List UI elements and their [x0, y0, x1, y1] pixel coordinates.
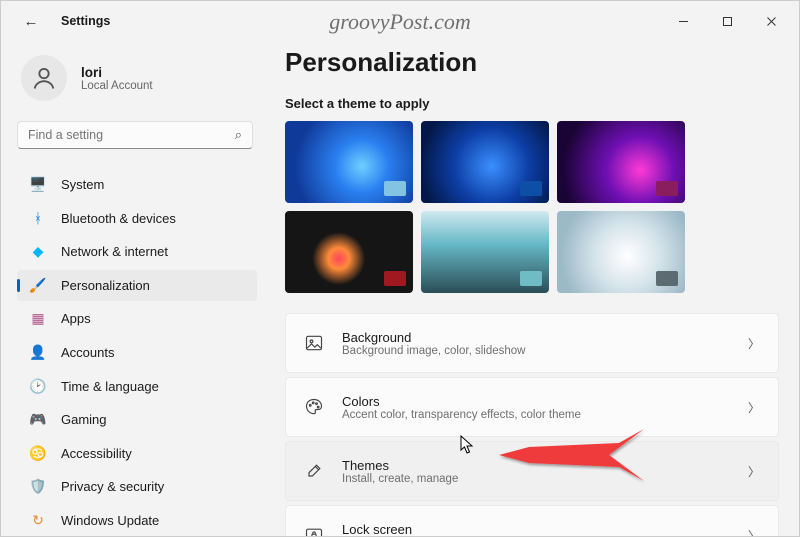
nav-list: 🖥️ System ᚼ Bluetooth & devices ◆ Networ… [17, 169, 257, 536]
sidebar-item-personalization[interactable]: 🖌️ Personalization [17, 270, 257, 302]
sidebar-item-apps[interactable]: ▦ Apps [17, 303, 257, 335]
sidebar-item-label: Accessibility [61, 446, 132, 461]
theme-heading: Select a theme to apply [285, 96, 779, 111]
page-title: Personalization [285, 47, 779, 78]
chevron-right-icon: 〉 [748, 527, 760, 537]
background-icon [304, 333, 324, 353]
titlebar: ← Settings [1, 1, 799, 41]
sidebar-item-label: Bluetooth & devices [61, 211, 176, 226]
content-area: Personalization Select a theme to apply … [269, 41, 799, 536]
time-language-icon: 🕑 [29, 377, 47, 395]
search-icon: ⌕ [235, 127, 242, 143]
card-sub: Background image, color, slideshow [342, 345, 748, 357]
maximize-button[interactable] [705, 6, 749, 36]
theme-option-2[interactable] [421, 121, 549, 203]
card-themes[interactable]: Themes Install, create, manage 〉 [285, 441, 779, 501]
personalization-icon: 🖌️ [29, 276, 47, 294]
theme-grid [285, 121, 693, 293]
search-box[interactable]: ⌕ [17, 121, 253, 149]
theme-swatch [384, 181, 406, 196]
profile-sub: Local Account [81, 80, 153, 92]
sidebar-item-label: Apps [61, 311, 91, 326]
sidebar-item-label: Windows Update [61, 513, 159, 528]
main-area: lori Local Account ⌕ 🖥️ System ᚼ Bluetoo… [1, 41, 799, 536]
chevron-right-icon: 〉 [748, 463, 760, 480]
colors-icon [304, 397, 324, 417]
profile-name: lori [81, 65, 153, 80]
theme-option-3[interactable] [557, 121, 685, 203]
sidebar-item-label: Time & language [61, 379, 159, 394]
sidebar-item-time-language[interactable]: 🕑 Time & language [17, 370, 257, 402]
card-sub: Accent color, transparency effects, colo… [342, 409, 748, 421]
sidebar-item-bluetooth[interactable]: ᚼ Bluetooth & devices [17, 203, 257, 235]
sidebar-item-windows-update[interactable]: ↻ Windows Update [17, 504, 257, 536]
window-title: Settings [61, 14, 110, 28]
theme-option-6[interactable] [557, 211, 685, 293]
theme-swatch [520, 181, 542, 196]
themes-icon [304, 461, 324, 481]
card-sub: Install, create, manage [342, 473, 748, 485]
sidebar-item-label: Network & internet [61, 244, 168, 259]
theme-swatch [520, 271, 542, 286]
theme-swatch [656, 181, 678, 196]
card-title: Colors [342, 394, 748, 409]
sidebar-item-gaming[interactable]: 🎮 Gaming [17, 404, 257, 436]
theme-option-5[interactable] [421, 211, 549, 293]
card-background[interactable]: Background Background image, color, slid… [285, 313, 779, 373]
chevron-right-icon: 〉 [748, 399, 760, 416]
privacy-icon: 🛡️ [29, 478, 47, 496]
accounts-icon: 👤 [29, 344, 47, 362]
back-button[interactable]: ← [19, 13, 43, 30]
sidebar: lori Local Account ⌕ 🖥️ System ᚼ Bluetoo… [1, 41, 269, 536]
card-title: Themes [342, 458, 748, 473]
card-lockscreen[interactable]: Lock screen Lock screen images, apps, an… [285, 505, 779, 536]
theme-option-4[interactable] [285, 211, 413, 293]
sidebar-item-label: Gaming [61, 412, 107, 427]
sidebar-item-label: Accounts [61, 345, 114, 360]
card-colors[interactable]: Colors Accent color, transparency effect… [285, 377, 779, 437]
theme-option-1[interactable] [285, 121, 413, 203]
apps-icon: ▦ [29, 310, 47, 328]
profile-block[interactable]: lori Local Account [21, 55, 257, 101]
minimize-button[interactable] [661, 6, 705, 36]
sidebar-item-accessibility[interactable]: ♋ Accessibility [17, 437, 257, 469]
sidebar-item-label: System [61, 177, 104, 192]
close-button[interactable] [749, 6, 793, 36]
sidebar-item-label: Privacy & security [61, 479, 164, 494]
sidebar-item-system[interactable]: 🖥️ System [17, 169, 257, 201]
theme-swatch [656, 271, 678, 286]
search-input[interactable] [28, 128, 235, 142]
accessibility-icon: ♋ [29, 444, 47, 462]
theme-swatch [384, 271, 406, 286]
card-title: Lock screen [342, 522, 748, 537]
gaming-icon: 🎮 [29, 411, 47, 429]
sidebar-item-accounts[interactable]: 👤 Accounts [17, 337, 257, 369]
network-icon: ◆ [29, 243, 47, 261]
sidebar-item-privacy[interactable]: 🛡️ Privacy & security [17, 471, 257, 503]
lockscreen-icon [304, 525, 324, 536]
card-title: Background [342, 330, 748, 345]
bluetooth-icon: ᚼ [29, 209, 47, 227]
avatar [21, 55, 67, 101]
chevron-right-icon: 〉 [748, 335, 760, 352]
sidebar-item-label: Personalization [61, 278, 150, 293]
windows-update-icon: ↻ [29, 511, 47, 529]
sidebar-item-network[interactable]: ◆ Network & internet [17, 236, 257, 268]
system-icon: 🖥️ [29, 176, 47, 194]
